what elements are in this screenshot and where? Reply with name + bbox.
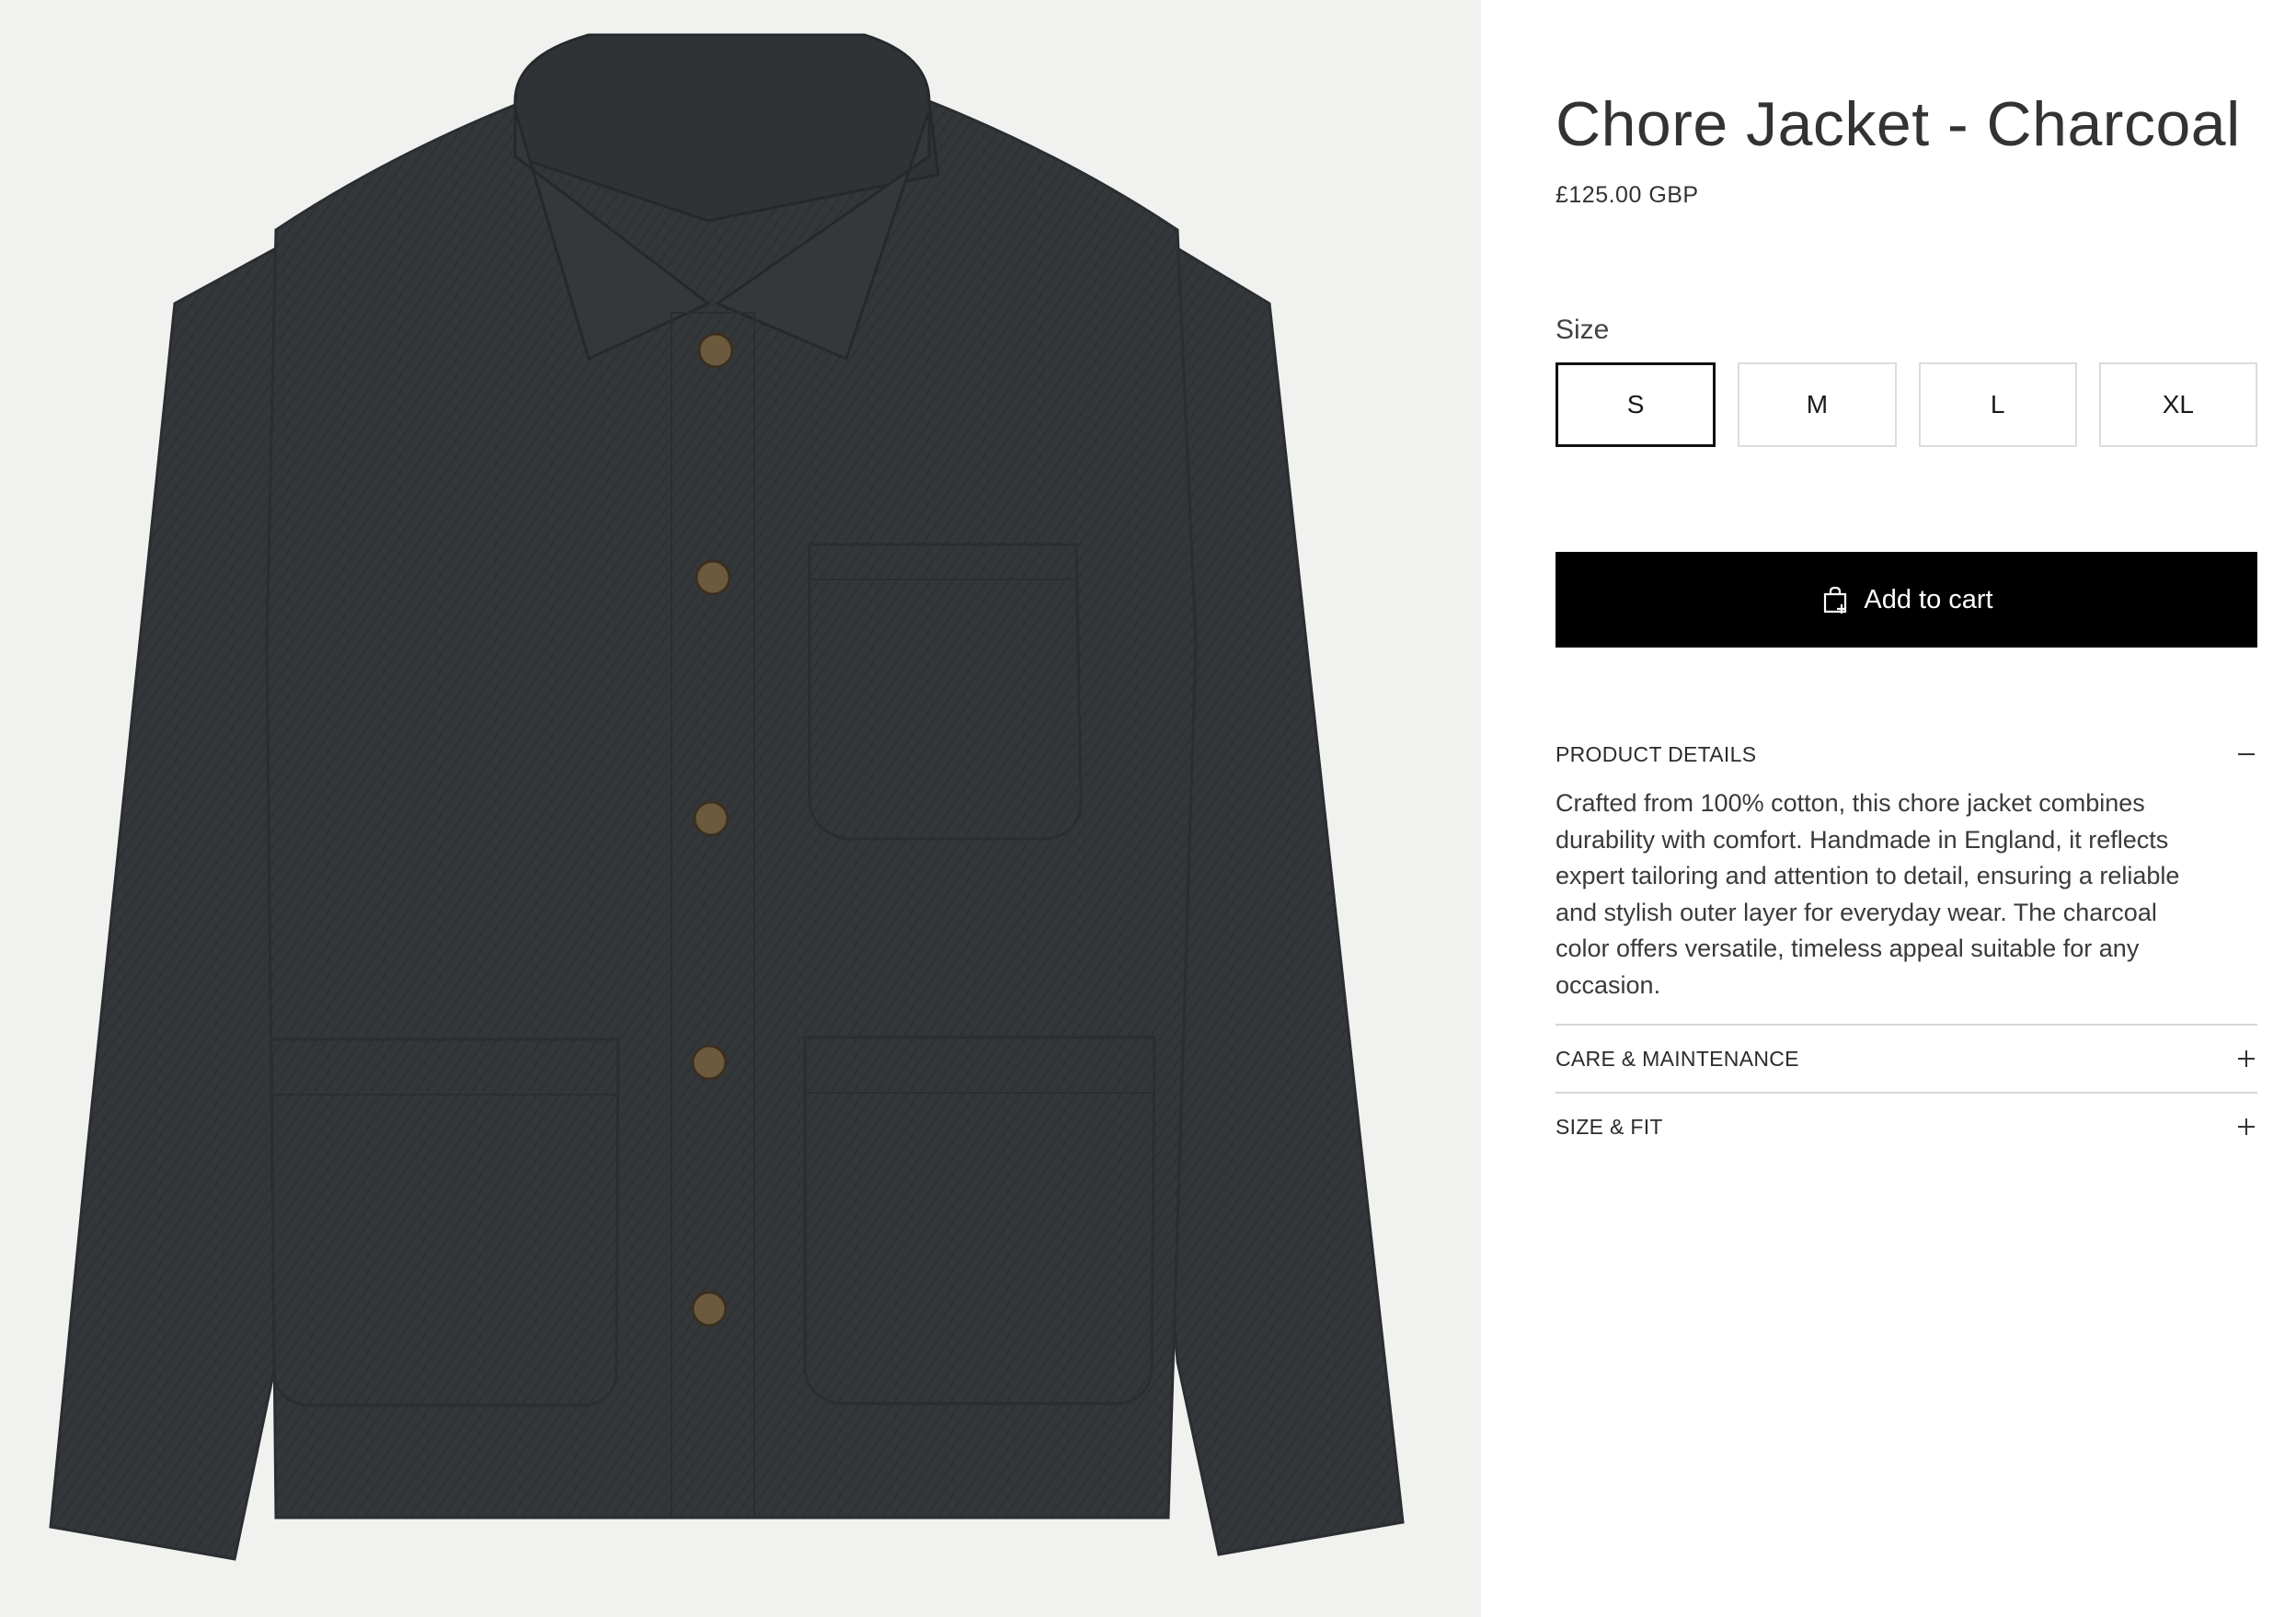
- product-page: Chore Jacket - Charcoal £125.00 GBP Size…: [0, 0, 2296, 1617]
- add-to-cart-label: Add to cart: [1864, 584, 1993, 614]
- product-description: Crafted from 100% cotton, this chore jac…: [1556, 789, 2180, 999]
- size-option-s[interactable]: S: [1556, 362, 1716, 447]
- accordion-title: CARE & MAINTENANCE: [1556, 1046, 1799, 1071]
- plus-icon[interactable]: [2235, 1048, 2257, 1070]
- accordion-product-details: PRODUCT DETAILS Crafted from 100% cotton…: [1556, 727, 2257, 1024]
- add-to-cart-button[interactable]: Add to cart: [1556, 552, 2257, 648]
- product-image[interactable]: [0, 0, 1481, 1617]
- accordion-title: PRODUCT DETAILS: [1556, 741, 1757, 766]
- accordion-care-maintenance: CARE & MAINTENANCE: [1556, 1026, 2257, 1092]
- product-info: Chore Jacket - Charcoal £125.00 GBP Size…: [1556, 0, 2257, 1617]
- plus-icon[interactable]: [2235, 1116, 2257, 1138]
- product-price: £125.00 GBP: [1556, 182, 1699, 208]
- minus-icon[interactable]: [2235, 743, 2257, 765]
- accordion-header-size-fit[interactable]: SIZE & FIT: [1556, 1094, 2257, 1160]
- size-selector: S M L XL: [1556, 362, 2257, 447]
- shopping-bag-plus-icon: [1820, 584, 1851, 615]
- accordion-header-care-maintenance[interactable]: CARE & MAINTENANCE: [1556, 1026, 2257, 1092]
- jacket-image: [49, 33, 1405, 1561]
- size-option-m[interactable]: M: [1738, 362, 1897, 447]
- accordion-size-fit: SIZE & FIT: [1556, 1094, 2257, 1160]
- accordion-title: SIZE & FIT: [1556, 1114, 1663, 1139]
- product-title: Chore Jacket - Charcoal: [1556, 89, 2241, 159]
- size-option-xl[interactable]: XL: [2098, 362, 2257, 447]
- size-option-l[interactable]: L: [1918, 362, 2077, 447]
- accordion-header-product-details[interactable]: PRODUCT DETAILS: [1556, 727, 2257, 782]
- product-accordion: PRODUCT DETAILS Crafted from 100% cotton…: [1556, 727, 2257, 1160]
- size-label: Size: [1556, 315, 1610, 345]
